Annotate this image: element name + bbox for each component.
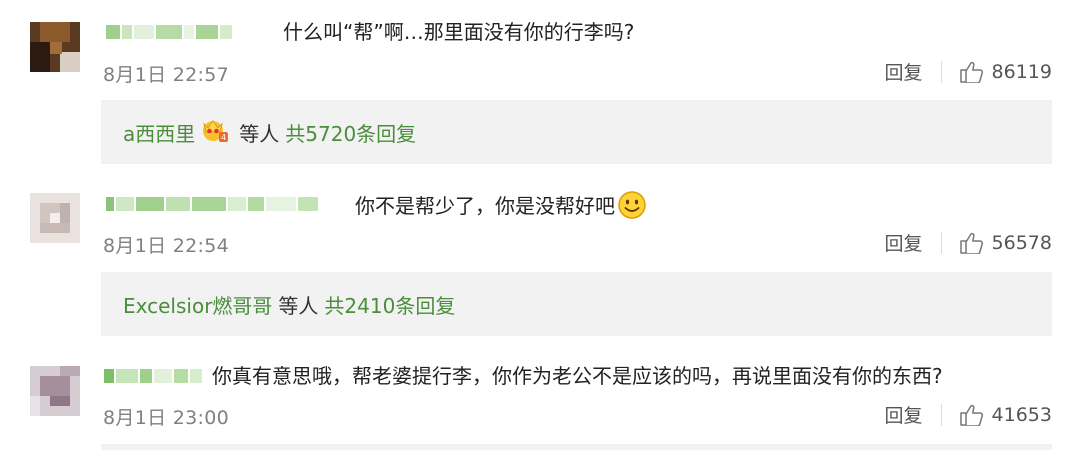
comment-text: 你不是帮少了，你是没帮好吧 — [355, 194, 615, 218]
comment-actions: 回复 86119 — [885, 58, 1052, 85]
username-blurred[interactable] — [106, 20, 234, 44]
sub-reply-count[interactable]: 共2410条回复 — [324, 290, 455, 319]
sub-reply-middle: 等人 — [278, 293, 319, 318]
username-blurred[interactable] — [104, 364, 204, 388]
sub-replies-box[interactable]: Excelsior燃哥哥 等人 共2410条回复 — [101, 272, 1052, 336]
sub-reply-middle: 等人 — [239, 121, 280, 146]
sub-replies-box-partial — [101, 444, 1052, 450]
username-blurred[interactable] — [106, 192, 320, 216]
like-button[interactable]: 41653 — [959, 403, 1052, 426]
comment-actions: 回复 41653 — [885, 401, 1052, 428]
divider — [940, 231, 942, 254]
crown-badge-icon: 4 — [201, 118, 229, 147]
sub-reply-user[interactable]: a西西里 — [123, 118, 195, 147]
reply-button[interactable]: 回复 — [885, 229, 923, 256]
comment-time: 8月1日 22:57 — [103, 64, 229, 86]
like-count: 56578 — [991, 231, 1052, 254]
divider — [940, 60, 942, 83]
like-button[interactable]: 86119 — [959, 60, 1052, 83]
sub-reply-user[interactable]: Excelsior燃哥哥 — [123, 290, 272, 319]
thumbs-up-icon — [959, 61, 983, 83]
thumbs-up-icon — [959, 232, 983, 254]
avatar[interactable] — [30, 193, 80, 243]
smile-emoji-icon — [617, 190, 647, 227]
comment-content: 你不是帮少了，你是没帮好吧 — [355, 190, 647, 227]
svg-text:4: 4 — [221, 133, 226, 142]
sub-replies-box[interactable]: a西西里 4 等人 共5720条回复 — [101, 100, 1052, 164]
comment-time: 8月1日 23:00 — [103, 407, 229, 429]
comment-actions: 回复 56578 — [885, 229, 1052, 256]
comment-content: 你真有意思哦，帮老婆提行李，你作为老公不是应该的吗，再说里面没有你的东西? — [212, 364, 943, 388]
like-count: 41653 — [991, 403, 1052, 426]
comment-time: 8月1日 22:54 — [103, 235, 229, 257]
sub-reply-count[interactable]: 共5720条回复 — [285, 118, 416, 147]
comment-content: 什么叫“帮”啊…那里面没有你的行李吗? — [283, 20, 635, 44]
like-button[interactable]: 56578 — [959, 231, 1052, 254]
thumbs-up-icon — [959, 404, 983, 426]
reply-button[interactable]: 回复 — [885, 58, 923, 85]
divider — [940, 403, 942, 426]
reply-button[interactable]: 回复 — [885, 401, 923, 428]
avatar[interactable] — [30, 22, 80, 72]
avatar[interactable] — [30, 366, 80, 416]
like-count: 86119 — [991, 60, 1052, 83]
